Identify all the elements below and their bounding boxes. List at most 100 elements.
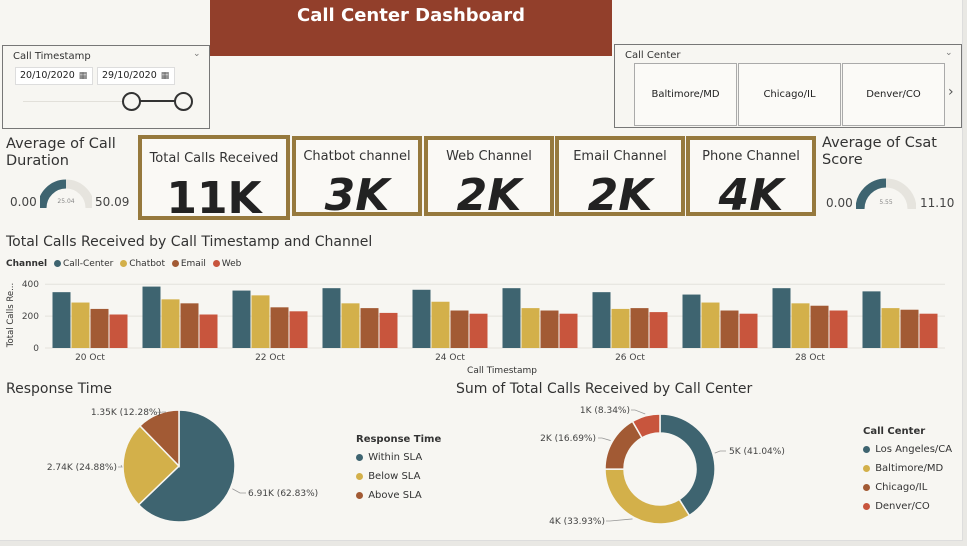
kpi-total-calls: Total Calls Received 11K [138,135,290,224]
slice-data-label: 2K (16.69%) [540,434,596,444]
legend-item: Chicago/IL [863,478,952,497]
legend-label: Los Angeles/CA [875,444,953,455]
bar [450,310,469,348]
start-date-input[interactable]: 20/10/2020 ▦ [15,67,93,85]
bar [791,303,810,348]
duration-min: 0.00 [10,195,37,209]
legend-title: Channel [6,259,48,269]
slider-start-handle[interactable] [122,92,141,111]
legend-label: Above SLA [368,490,422,501]
leader-line [631,409,646,415]
kpi-label: Phone Channel [702,149,800,164]
bar [559,313,578,348]
legend-swatch [863,502,870,510]
leader-line [118,464,123,468]
legend-item: Denver/CO [863,497,952,516]
csat-gauge: 5.55 [856,178,916,210]
bar [630,308,649,348]
legend-label: Call-Center [62,259,114,269]
slice-data-label: 6.91K (62.83%) [248,489,318,499]
bar [90,308,109,348]
y-axis-label: Total Calls Re... [6,283,16,348]
y-tick-label: 400 [22,280,39,290]
call-center-donut-title: Sum of Total Calls Received by Call Cent… [456,381,753,397]
csat-min: 0.00 [826,196,853,210]
legend-swatch [53,260,61,267]
slicer-tile-denver[interactable]: Denver/CO [842,63,945,126]
calendar-icon[interactable]: ▦ [161,71,170,81]
bar [611,308,630,348]
kpi-label: Total Calls Received [149,151,279,166]
calendar-icon[interactable]: ▦ [79,71,88,81]
bar-chart-legend: Channel Call-Center Chatbot Email Web [6,259,241,269]
bar [71,302,90,348]
slider-rail [23,101,131,102]
bar [829,310,848,348]
chevron-down-icon[interactable]: ⌄ [193,49,201,59]
bar [592,292,611,348]
title-banner: Call Center Dashboard [210,0,612,56]
pie-slice [604,468,691,525]
csat-card-title: Average of Csat Score [822,135,937,168]
chevron-right-icon[interactable]: › [948,84,954,100]
bar [251,295,270,348]
chevron-down-icon[interactable]: ⌄ [945,48,953,58]
response-time-title: Response Time [6,381,112,397]
slice-data-label: 1K (8.34%) [580,406,630,416]
bar [270,307,289,348]
x-tick-label: 22 Oct [255,353,285,363]
bar-chart-title: Total Calls Received by Call Timestamp a… [6,234,373,250]
bar [772,288,791,348]
leader-line [606,518,633,522]
legend-title: Response Time [356,434,442,445]
slider-end-handle[interactable] [174,92,193,111]
x-axis-label: Call Timestamp [467,366,537,376]
legend-label: Below SLA [368,471,421,482]
leader-line [232,488,246,494]
kpi-label: Chatbot channel [303,149,411,164]
kpi-phone: Phone Channel 4K [686,136,816,221]
legend-swatch [120,260,128,267]
slicer-tile-chicago[interactable]: Chicago/IL [738,63,841,126]
legend-swatch [171,260,179,267]
timestamp-slicer[interactable]: Call Timestamp ⌄ 20/10/2020 ▦ 29/10/2020 ▦ [2,45,210,129]
duration-gauge-value: 25.04 [57,198,74,205]
kpi-value: 2K [587,170,653,221]
bar [739,313,758,348]
page-title: Call Center Dashboard [297,5,525,26]
slicer-tile-label: Denver/CO [866,89,921,100]
leader-line [714,450,726,454]
leader-line [598,437,611,441]
x-tick-label: 26 Oct [615,353,645,363]
bar [161,299,180,348]
legend-item: Los Angeles/CA [863,440,952,459]
bar [289,311,308,348]
bar [919,313,938,348]
slicer-tile-baltimore[interactable]: Baltimore/MD [634,63,737,126]
kpi-label: Email Channel [573,149,667,164]
legend-item: Baltimore/MD [863,459,952,478]
legend-item: Above SLA [356,486,441,505]
bar [379,312,398,348]
legend-label: Chatbot [129,259,165,269]
legend-item: Within SLA [356,448,441,467]
bar [862,291,881,348]
legend-swatch [356,453,363,461]
legend-label: Within SLA [368,452,423,463]
timestamp-slicer-title: Call Timestamp [13,51,91,62]
csat-gauge-value: 5.55 [879,199,893,206]
call-center-donut: 5K (41.04%) 4K (33.93%) 2K (16.69%) 1K (8.3… [540,406,785,527]
end-date-input[interactable]: 29/10/2020 ▦ [97,67,175,85]
legend-swatch [356,472,363,480]
kpi-chatbot: Chatbot channel 3K [292,136,422,221]
bar [900,309,919,348]
bar [412,289,431,348]
legend-label: Email [180,259,206,269]
bar [341,303,360,348]
y-tick-label: 200 [22,312,39,322]
bar [469,313,488,348]
response-time-legend: Response Time Within SLA Below SLA Above… [356,432,441,505]
kpi-web: Web Channel 2K [424,136,554,221]
bar-chart: 0 200 400 Total Calls Re... 20 Oct 22 Oct 24 O… [6,280,945,376]
bar [142,286,161,348]
